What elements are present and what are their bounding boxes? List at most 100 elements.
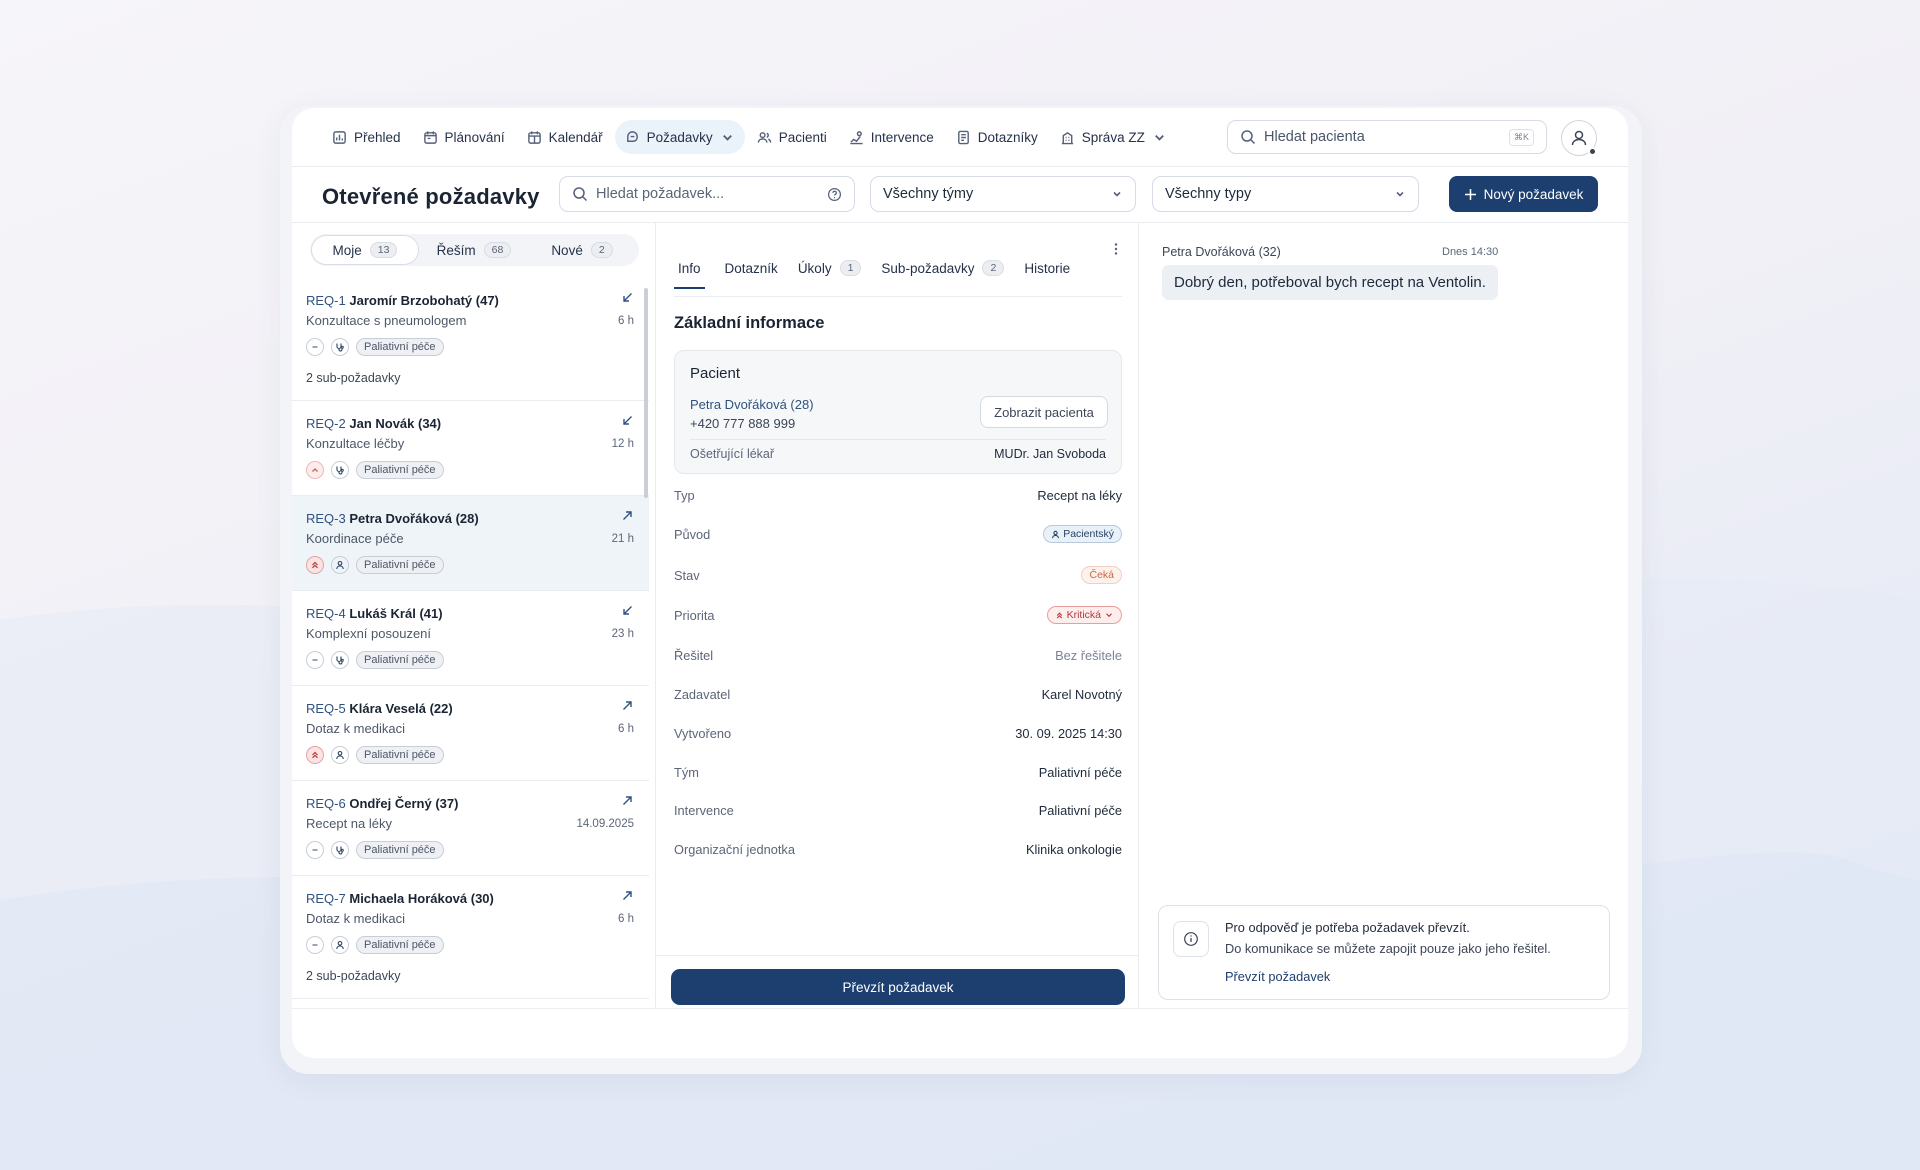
scrollbar[interactable]: [644, 288, 648, 498]
divider: [292, 166, 1628, 167]
more-options-icon[interactable]: [1108, 241, 1124, 257]
patient-phone: +420 777 888 999: [690, 416, 796, 431]
priority-dropdown[interactable]: Kritická: [1046, 606, 1122, 624]
nav-item-sprava-zz[interactable]: Správa ZZ: [1050, 120, 1177, 154]
field-value: Klinika onkologie: [1025, 841, 1122, 857]
team-tag: Paliativní péče: [356, 841, 444, 859]
list-item[interactable]: REQ-5 Klára Veselá (22) Dotaz k medikaci…: [292, 686, 649, 781]
tab-ukoly[interactable]: Úkoly 1: [798, 260, 862, 288]
tab-info[interactable]: Info: [674, 260, 705, 289]
calendar-plan-icon: [423, 130, 437, 144]
segment-moje[interactable]: Moje 13: [312, 236, 418, 264]
list-item[interactable]: REQ-1 Jaromír Brzobohatý (47) Konzultace…: [292, 278, 649, 401]
search-icon: [573, 187, 588, 202]
shortcut-hint: ⌘K: [1508, 128, 1534, 146]
doctor-label: Ošetřující lékař: [690, 447, 775, 461]
segment-nove[interactable]: Nové 2: [530, 236, 634, 264]
nav-item-intervence[interactable]: Intervence: [839, 120, 944, 154]
sub-request-count: 2 sub-požadavky: [306, 371, 401, 385]
request-id: REQ-3: [306, 511, 346, 526]
origin-badge: Pacientský: [1043, 525, 1122, 543]
stethoscope-icon: [331, 651, 349, 669]
tab-historie[interactable]: Historie: [1024, 260, 1070, 288]
type-filter-select[interactable]: Všechny typy: [1152, 176, 1419, 212]
request-list: REQ-1 Jaromír Brzobohatý (47) Konzultace…: [292, 278, 656, 1008]
field-label: Priorita: [674, 607, 715, 623]
chevron-down-icon: [1154, 134, 1164, 141]
chevron-down-icon: [1113, 191, 1121, 197]
segment-resim[interactable]: Řeším 68: [418, 236, 530, 264]
team-filter-select[interactable]: Všechny týmy: [870, 176, 1136, 212]
patient-name: Michaela Horáková (30): [349, 891, 494, 906]
user-avatar[interactable]: [1561, 120, 1597, 156]
field-row-zadavatel: Zadavatel Karel Novotný: [674, 682, 1122, 706]
help-icon[interactable]: [827, 187, 842, 202]
request-id: REQ-4: [306, 606, 346, 621]
nav-item-pozadavky[interactable]: Požadavky: [614, 120, 745, 154]
count-badge: 2: [982, 260, 1005, 276]
person-icon: [331, 746, 349, 764]
nav-item-kalendar[interactable]: Kalendář: [517, 120, 613, 154]
list-item[interactable]: REQ-7 Michaela Horáková (30) Dotaz k med…: [292, 876, 649, 999]
list-item[interactable]: REQ-2 Jan Novák (34) Konzultace léčby 12…: [292, 401, 649, 496]
notice-text: Do komunikace se můžete zapojit pouze ja…: [1225, 941, 1551, 956]
team-filter-value: Všechny týmy: [883, 186, 974, 202]
request-time: 21 h: [611, 533, 634, 545]
field-label: Stav: [674, 567, 700, 583]
arrow-incoming-icon: [623, 416, 632, 425]
list-item-selected[interactable]: REQ-3 Petra Dvořáková (28) Koordinace pé…: [292, 496, 649, 591]
request-desc: Komplexní posouzení: [306, 626, 432, 641]
field-label: Řešitel: [674, 647, 714, 663]
patient-search-input[interactable]: [1264, 129, 1501, 145]
tab-label: Historie: [1024, 260, 1071, 276]
segment-control: Moje 13 Řeším 68 Nové 2: [310, 234, 639, 266]
request-search[interactable]: [559, 176, 855, 212]
arrow-outgoing-icon: [623, 701, 632, 710]
field-row-intervence: Intervence Paliativní péče: [674, 798, 1122, 822]
request-desc: Koordinace péče: [306, 531, 404, 546]
new-request-button[interactable]: Nový požadavek: [1449, 176, 1598, 212]
show-patient-button[interactable]: Zobrazit pacienta: [980, 396, 1108, 428]
list-item[interactable]: REQ-6 Ondřej Černý (37) Recept na léky 1…: [292, 781, 649, 876]
take-over-notice: Pro odpověď je potřeba požadavek převzít…: [1158, 905, 1610, 1000]
nav-item-label: Pacienti: [778, 129, 827, 145]
status-badge: Čeká: [1081, 566, 1122, 584]
patient-search[interactable]: ⌘K: [1227, 120, 1547, 154]
list-item[interactable]: REQ-4 Lukáš Král (41) Komplexní posouzen…: [292, 591, 649, 686]
field-value: Paliativní péče: [1038, 764, 1122, 780]
priority-normal-icon: [306, 651, 324, 669]
nav-item-prehled[interactable]: Přehled: [322, 120, 411, 154]
type-filter-value: Všechny typy: [1165, 186, 1252, 202]
tab-sub-pozadavky[interactable]: Sub-požadavky 2: [881, 260, 1005, 288]
nav-item-label: Dotazníky: [977, 129, 1038, 145]
field-row-vytvoreno: Vytvořeno 30. 09. 2025 14:30: [674, 721, 1122, 745]
priority-high-icon: [306, 461, 324, 479]
nav-item-pacienti[interactable]: Pacienti: [747, 120, 837, 154]
field-label: Zadavatel: [674, 686, 731, 702]
chevron-down-icon: [722, 134, 732, 141]
tab-dotaznik[interactable]: Dotazník: [725, 260, 778, 288]
team-tag: Paliativní péče: [356, 746, 444, 764]
patient-name: Lukáš Král (41): [349, 606, 443, 621]
nav-item-dotazniky[interactable]: Dotazníky: [946, 120, 1048, 154]
patient-name-link[interactable]: Petra Dvořáková (28): [690, 397, 814, 412]
priority-critical-icon: [306, 746, 324, 764]
request-desc: Konzultace léčby: [306, 436, 405, 451]
user-icon: [1571, 130, 1587, 146]
nav-item-planovani[interactable]: Plánování: [413, 120, 515, 154]
priority-critical-icon: [306, 556, 324, 574]
nav-item-label: Požadavky: [646, 129, 713, 145]
nav-item-label: Správa ZZ: [1081, 129, 1145, 145]
field-row-organizacni-jednotka: Organizační jednotka Klinika onkologie: [674, 837, 1122, 861]
field-row-tym: Tým Paliativní péče: [674, 760, 1122, 784]
stethoscope-icon: [331, 461, 349, 479]
request-desc: Dotaz k medikaci: [306, 911, 405, 926]
field-label: Typ: [674, 487, 695, 503]
request-id: REQ-6: [306, 796, 346, 811]
take-request-link[interactable]: Převzít požadavek: [1225, 969, 1330, 984]
team-tag: Paliativní péče: [356, 556, 444, 574]
request-search-input[interactable]: [596, 186, 819, 202]
segment-label: Nové: [551, 242, 583, 258]
sub-request-count: 2 sub-požadavky: [306, 969, 401, 983]
take-request-button[interactable]: Převzít požadavek: [671, 969, 1125, 1005]
